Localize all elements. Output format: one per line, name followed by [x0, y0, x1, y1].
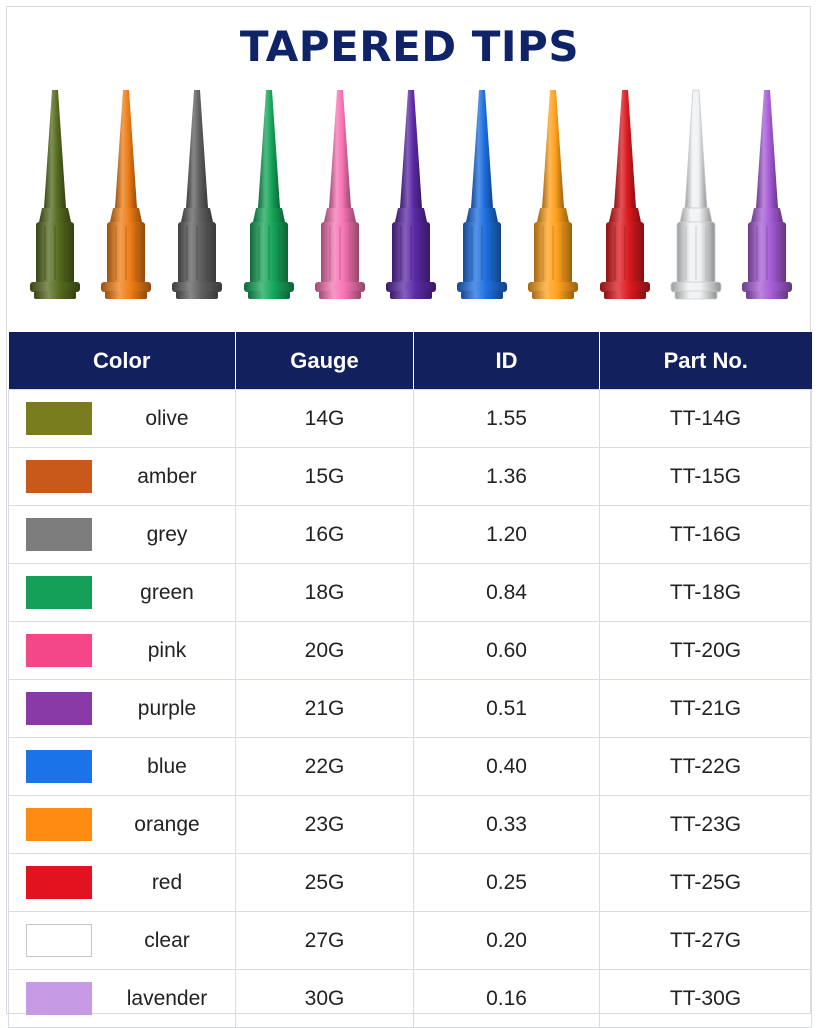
- header-gauge: Gauge: [235, 332, 414, 390]
- part-no-cell: TT-25G: [599, 853, 812, 912]
- tapered-tip: [666, 86, 726, 308]
- tapered-tip: [25, 86, 85, 308]
- color-cell: grey: [8, 505, 236, 564]
- page-title: TAPERED TIPS: [239, 22, 580, 71]
- color-name: green: [140, 580, 194, 604]
- color-cell: green: [8, 563, 236, 622]
- id-cell: 0.25: [413, 853, 600, 912]
- color-swatch: [26, 924, 92, 957]
- color-name: lavender: [126, 986, 208, 1010]
- id-cell: 0.60: [413, 621, 600, 680]
- color-swatch: [26, 982, 92, 1015]
- tapered-tips-image: [0, 86, 819, 316]
- color-name: amber: [137, 464, 197, 488]
- color-name: pink: [147, 638, 187, 662]
- table-row: blue 22G 0.40 TT-22G: [8, 737, 812, 796]
- header-color: Color: [8, 332, 236, 390]
- color-cell: blue: [8, 737, 236, 796]
- id-cell: 0.51: [413, 679, 600, 738]
- color-swatch: [26, 808, 92, 841]
- table-row: green 18G 0.84 TT-18G: [8, 563, 812, 622]
- table-row: amber 15G 1.36 TT-15G: [8, 447, 812, 506]
- id-cell: 0.40: [413, 737, 600, 796]
- color-name: grey: [146, 522, 188, 546]
- id-cell: 0.20: [413, 911, 600, 970]
- part-no-cell: TT-22G: [599, 737, 812, 796]
- part-no-cell: TT-18G: [599, 563, 812, 622]
- color-name: orange: [134, 812, 200, 836]
- color-name: blue: [147, 754, 187, 778]
- table-row: lavender 30G 0.16 TT-30G: [8, 969, 812, 1028]
- tapered-tip: [595, 86, 655, 308]
- tapered-tip: [239, 86, 299, 308]
- part-no-cell: TT-21G: [599, 679, 812, 738]
- gauge-cell: 21G: [235, 679, 414, 738]
- color-name: olive: [145, 406, 189, 430]
- gauge-cell: 22G: [235, 737, 414, 796]
- id-cell: 0.33: [413, 795, 600, 854]
- part-no-cell: TT-16G: [599, 505, 812, 564]
- color-swatch: [26, 750, 92, 783]
- table-row: red 25G 0.25 TT-25G: [8, 853, 812, 912]
- part-no-cell: TT-15G: [599, 447, 812, 506]
- table-row: clear 27G 0.20 TT-27G: [8, 911, 812, 970]
- color-cell: purple: [8, 679, 236, 738]
- id-cell: 1.36: [413, 447, 600, 506]
- header-part-no: Part No.: [599, 332, 812, 390]
- tapered-tip: [96, 86, 156, 308]
- color-cell: olive: [8, 389, 236, 448]
- color-swatch: [26, 866, 92, 899]
- color-cell: lavender: [8, 969, 236, 1028]
- gauge-cell: 23G: [235, 795, 414, 854]
- id-cell: 1.55: [413, 389, 600, 448]
- table-row: purple 21G 0.51 TT-21G: [8, 679, 812, 738]
- id-cell: 0.16: [413, 969, 600, 1028]
- table-row: pink 20G 0.60 TT-20G: [8, 621, 812, 680]
- table-header-row: Color Gauge ID Part No.: [8, 332, 812, 390]
- id-cell: 1.20: [413, 505, 600, 564]
- color-swatch: [26, 402, 92, 435]
- header-id: ID: [413, 332, 600, 390]
- gauge-cell: 20G: [235, 621, 414, 680]
- table-row: orange 23G 0.33 TT-23G: [8, 795, 812, 854]
- gauge-cell: 27G: [235, 911, 414, 970]
- table-row: grey 16G 1.20 TT-16G: [8, 505, 812, 564]
- tapered-tip: [381, 86, 441, 308]
- color-swatch: [26, 518, 92, 551]
- gauge-cell: 15G: [235, 447, 414, 506]
- part-no-cell: TT-27G: [599, 911, 812, 970]
- color-name: purple: [137, 696, 197, 720]
- id-cell: 0.84: [413, 563, 600, 622]
- color-swatch: [26, 692, 92, 725]
- color-name: clear: [144, 928, 190, 952]
- color-swatch: [26, 634, 92, 667]
- gauge-cell: 30G: [235, 969, 414, 1028]
- tapered-tip: [523, 86, 583, 308]
- color-cell: orange: [8, 795, 236, 854]
- part-no-cell: TT-30G: [599, 969, 812, 1028]
- gauge-cell: 25G: [235, 853, 414, 912]
- table-row: olive 14G 1.55 TT-14G: [8, 389, 812, 448]
- color-swatch: [26, 576, 92, 609]
- part-no-cell: TT-23G: [599, 795, 812, 854]
- tapered-tip: [310, 86, 370, 308]
- part-no-cell: TT-14G: [599, 389, 812, 448]
- color-name: red: [151, 870, 183, 894]
- gauge-cell: 14G: [235, 389, 414, 448]
- spec-table: Color Gauge ID Part No. olive 14G 1.55 TT-1…: [8, 332, 812, 1028]
- color-cell: red: [8, 853, 236, 912]
- tapered-tip: [452, 86, 512, 308]
- color-cell: clear: [8, 911, 236, 970]
- color-cell: pink: [8, 621, 236, 680]
- gauge-cell: 18G: [235, 563, 414, 622]
- tapered-tip: [737, 86, 797, 308]
- color-cell: amber: [8, 447, 236, 506]
- gauge-cell: 16G: [235, 505, 414, 564]
- color-swatch: [26, 460, 92, 493]
- part-no-cell: TT-20G: [599, 621, 812, 680]
- tapered-tip: [167, 86, 227, 308]
